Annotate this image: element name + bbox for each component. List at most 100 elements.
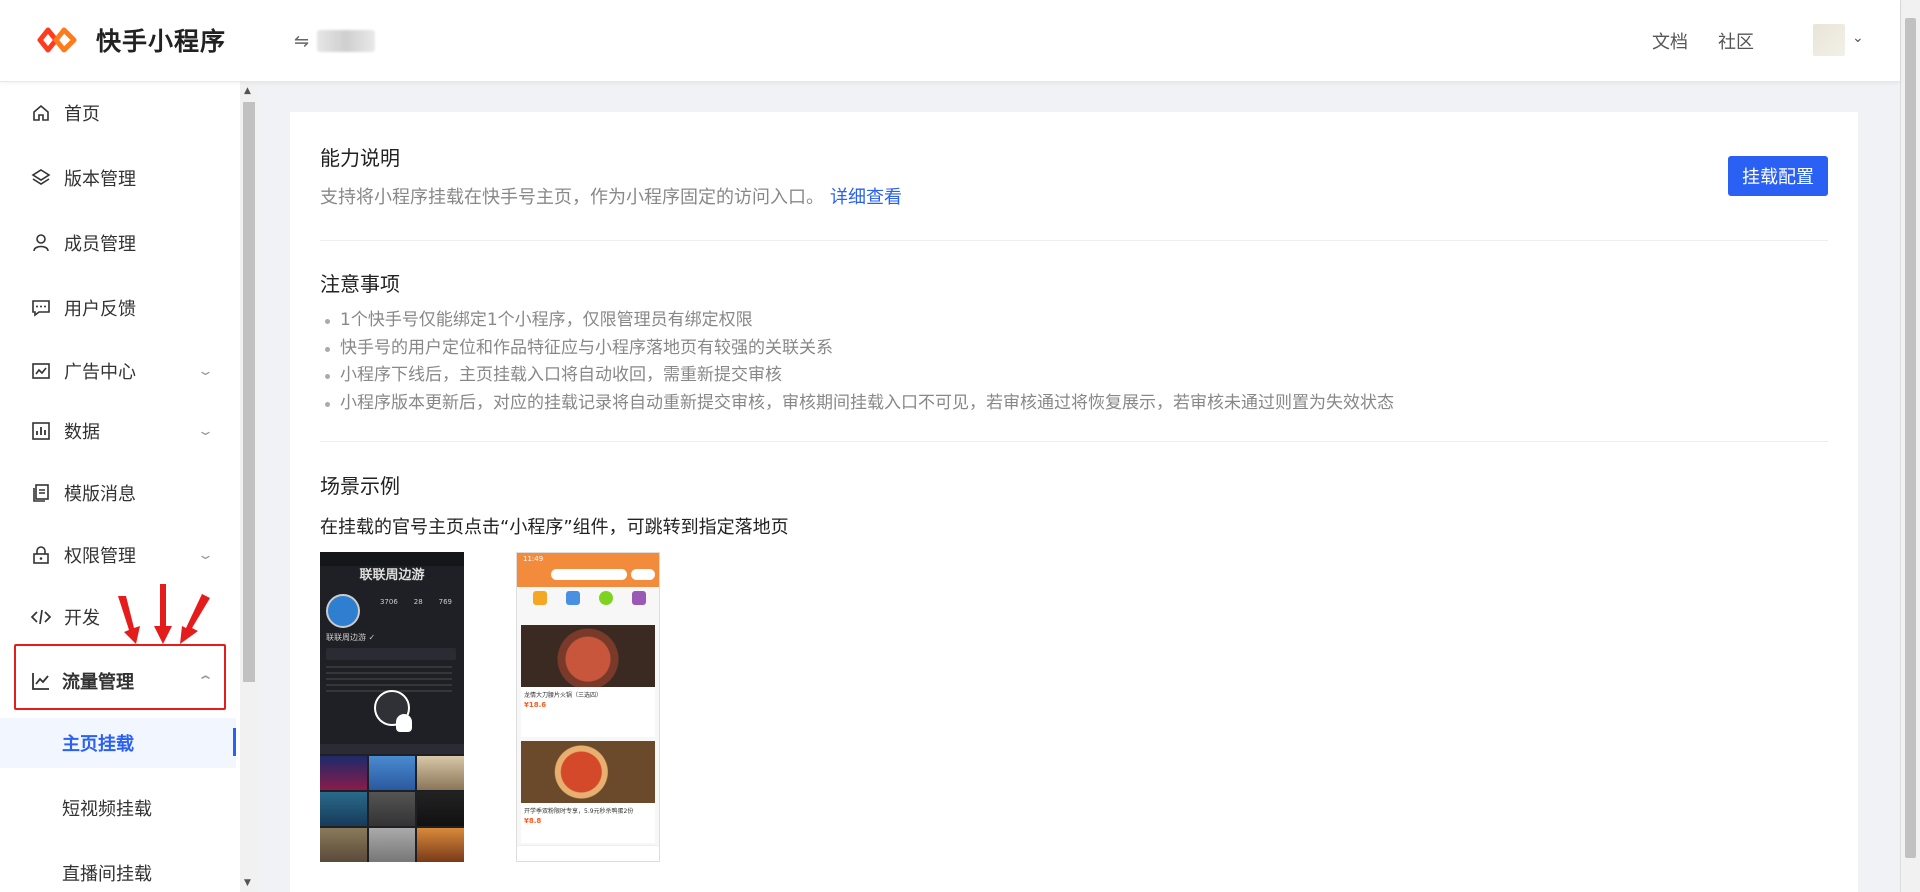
product-title: 开学季双粉限时专享，5.9元秒杀鸭蛋2份	[524, 808, 634, 815]
sidebar-subitem-label: 直播间挂载	[62, 864, 152, 885]
message-icon	[30, 297, 52, 319]
scene-subtitle: 在挂载的官号主页点击“小程序”组件，可跳转到指定落地页	[320, 517, 789, 538]
sidebar-item-home[interactable]: 首页	[0, 93, 236, 133]
sidebar-item-members[interactable]: 成员管理	[0, 223, 236, 263]
community-link[interactable]: 社区	[1718, 28, 1754, 54]
list-item: 1个快手号仅能绑定1个小程序，仅限管理员有绑定权限	[320, 307, 1828, 335]
chevron-down-icon: ⌄	[196, 423, 215, 439]
sidebar-item-label: 数据	[64, 422, 100, 443]
sidebar-subitem-label: 主页挂载	[62, 734, 134, 755]
sidebar-subitem-homepage-mount[interactable]: 主页挂载	[0, 718, 236, 768]
profile-stats: 3706 28 769	[372, 598, 460, 606]
product-image	[521, 741, 655, 803]
sidebar-item-label: 首页	[64, 104, 100, 125]
sidebar-subitem-label: 短视频挂载	[62, 799, 152, 820]
divider	[320, 441, 1828, 442]
lock-icon	[30, 544, 52, 566]
top-header: 快手小程序 ⇋ 文档 社区 ⌄	[0, 0, 1900, 82]
sidebar-item-label: 权限管理	[64, 546, 136, 567]
capability-section: 能力说明 支持将小程序挂载在快手号主页，作为小程序固定的访问入口。 详细查看	[320, 142, 1828, 209]
blurred-account-name	[317, 30, 376, 52]
kuaishou-logo-icon	[37, 27, 77, 53]
divider	[320, 240, 1828, 241]
tap-hand-icon	[396, 714, 412, 732]
docs-link[interactable]: 文档	[1652, 28, 1688, 54]
sidebar-subitem-video-mount[interactable]: 短视频挂载	[0, 783, 236, 833]
list-item: 快手号的用户定位和作品特征应与小程序落地页有较强的关联关系	[320, 335, 1828, 363]
switch-icon: ⇋	[294, 30, 310, 52]
sidebar-item-label: 成员管理	[64, 234, 136, 255]
scroll-down-icon[interactable]: ▼	[244, 878, 251, 888]
search-input	[551, 569, 627, 580]
list-item: 小程序下线后，主页挂载入口将自动收回，需重新提交审核	[320, 362, 1828, 390]
annotation-arrows-icon	[118, 584, 210, 644]
account-switcher[interactable]: ⇋	[294, 30, 376, 52]
video-grid	[320, 756, 464, 862]
sidebar-item-permissions[interactable]: 权限管理 ⌄	[0, 535, 236, 575]
notice-bar	[326, 648, 456, 660]
code-icon	[30, 606, 52, 628]
capsule-menu-icon	[631, 569, 655, 580]
sidebar-scrollbar-thumb[interactable]	[243, 102, 255, 682]
bio-text-lines	[326, 666, 452, 692]
sidebar-item-label: 模版消息	[64, 484, 136, 505]
highlight-box	[14, 644, 226, 710]
page-scrollbar[interactable]	[1900, 0, 1920, 892]
stat-value: 769	[438, 598, 452, 606]
capability-desc: 支持将小程序挂载在快手号主页，作为小程序固定的访问入口。 详细查看	[320, 183, 1828, 209]
user-icon	[30, 232, 52, 254]
detail-link[interactable]: 详细查看	[830, 187, 902, 208]
product-image	[521, 625, 655, 687]
sidebar-item-versions[interactable]: 版本管理	[0, 158, 236, 198]
sidebar: 首页 版本管理 成员管理 用户反馈 广告中心 ⌄ 数据 ⌄ 模版消息 权限管理 …	[0, 82, 240, 892]
bottom-tab-bar	[517, 845, 659, 861]
sidebar-item-feedback[interactable]: 用户反馈	[0, 288, 236, 328]
notes-list: 1个快手号仅能绑定1个小程序，仅限管理员有绑定权限 快手号的用户定位和作品特征应…	[320, 307, 1828, 417]
stat-value: 28	[413, 598, 423, 606]
sidebar-item-label: 开发	[64, 608, 100, 629]
capability-desc-text: 支持将小程序挂载在快手号主页，作为小程序固定的访问入口。	[320, 187, 824, 208]
avatar	[326, 594, 360, 628]
page-scrollbar-thumb[interactable]	[1905, 18, 1916, 858]
product-price: ¥8.8	[524, 817, 542, 825]
layers-icon	[30, 167, 52, 189]
avatar[interactable]	[1813, 24, 1845, 56]
sidebar-item-label: 广告中心	[64, 362, 136, 383]
product-card: 龙情大刀腰片火锅（三选四） ¥18.6	[521, 625, 655, 737]
sidebar-item-label: 版本管理	[64, 169, 136, 190]
sidebar-item-ads[interactable]: 广告中心 ⌄	[0, 351, 236, 391]
stat-value: 3706	[379, 598, 398, 606]
sidebar-item-label: 用户反馈	[64, 299, 136, 320]
product-title: 龙情大刀腰片火锅（三选四）	[524, 692, 603, 699]
home-icon	[30, 102, 52, 124]
sidebar-subitem-live-mount[interactable]: 直播间挂载	[0, 848, 236, 892]
capability-title: 能力说明	[320, 146, 400, 170]
sidebar-item-templates[interactable]: 模版消息	[0, 473, 236, 513]
scroll-up-icon[interactable]: ▲	[244, 86, 251, 96]
product-card: 开学季双粉限时专享，5.9元秒杀鸭蛋2份 ¥8.8	[521, 741, 655, 843]
app-logo[interactable]: 快手小程序	[34, 22, 226, 58]
scene-section: 场景示例 在挂载的官号主页点击“小程序”组件，可跳转到指定落地页	[320, 470, 1828, 539]
scene-title: 场景示例	[320, 474, 400, 498]
sidebar-item-data[interactable]: 数据 ⌄	[0, 411, 236, 451]
profile-title: 联联周边游	[359, 568, 425, 583]
copy-icon	[30, 482, 52, 504]
profile-name: 联联周边游 ✓	[326, 633, 376, 642]
ad-chart-icon	[30, 360, 52, 382]
main-card: 能力说明 支持将小程序挂载在快手号主页，作为小程序固定的访问入口。 详细查看 挂载…	[290, 112, 1858, 892]
list-item: 小程序版本更新后，对应的挂载记录将自动重新提交审核，审核期间挂载入口不可见，若审…	[320, 390, 1828, 418]
app-name: 快手小程序	[96, 27, 227, 56]
example-screenshot-profile: 联联周边游 3706 28 769 联联周边游 ✓	[320, 552, 464, 862]
notes-title: 注意事项	[320, 272, 400, 296]
sidebar-scrollbar[interactable]: ▲ ▼	[240, 82, 258, 892]
chevron-down-icon[interactable]: ⌄	[1852, 30, 1864, 46]
chevron-down-icon: ⌄	[196, 547, 215, 563]
mount-config-button[interactable]: 挂载配置	[1728, 156, 1828, 196]
status-time: 11:49	[523, 555, 544, 563]
chevron-down-icon: ⌄	[196, 363, 215, 379]
tab-bar	[320, 744, 464, 754]
product-price: ¥18.6	[524, 701, 547, 709]
example-screenshot-landing: 11:49 龙情大刀腰片火锅（三选四） ¥18.6 开学季双粉限时专享，5.9元…	[516, 552, 660, 862]
notes-section: 注意事项 1个快手号仅能绑定1个小程序，仅限管理员有绑定权限 快手号的用户定位和…	[320, 268, 1828, 417]
category-icons	[523, 591, 655, 613]
